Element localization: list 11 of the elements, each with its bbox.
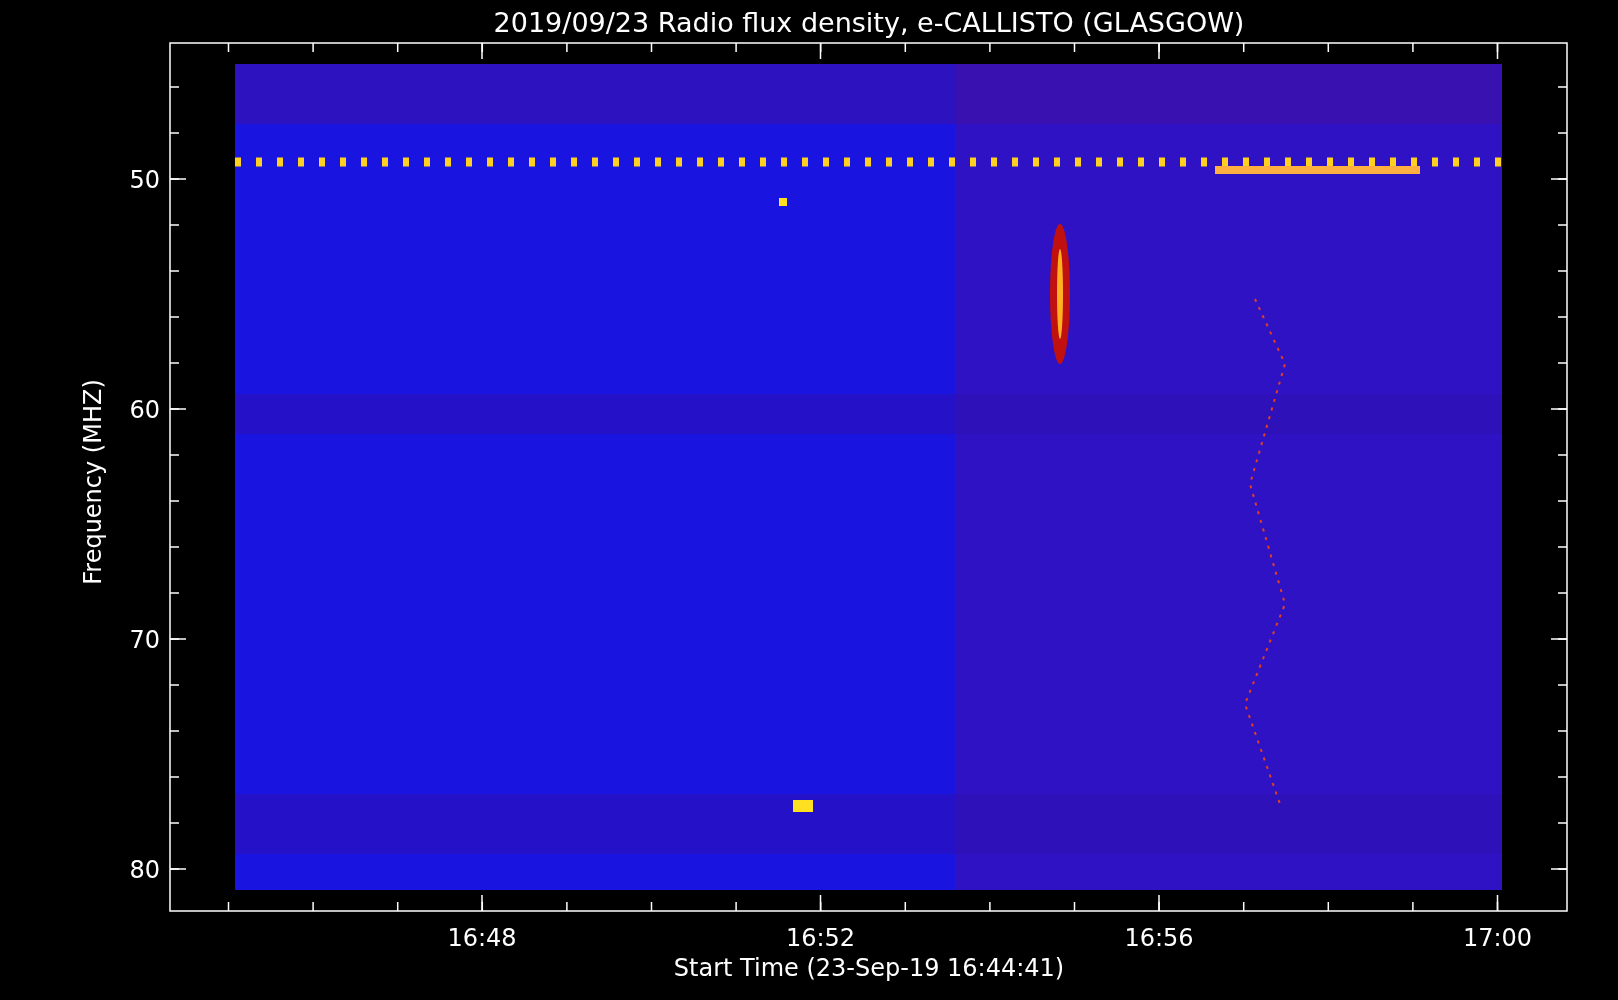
axis-tick-label: 80 — [129, 856, 160, 884]
axis-title: Start Time (23-Sep-19 16:44:41) — [673, 954, 1065, 982]
axis-tick-label: 60 — [129, 396, 160, 424]
axis-title: Frequency (MHZ) — [79, 379, 107, 585]
axis-tick-label: 16:56 — [1124, 924, 1194, 952]
axis-tick-label: 50 — [129, 166, 160, 194]
chart-title: 2019/09/23 Radio flux density, e-CALLISTO (GLASGOW) — [493, 7, 1245, 38]
axis-tick-label: 16:48 — [447, 924, 517, 952]
axis-tick-label: 70 — [129, 626, 160, 654]
axis-tick-label: 17:00 — [1462, 924, 1533, 952]
axis-tick-label: 16:52 — [785, 924, 856, 952]
